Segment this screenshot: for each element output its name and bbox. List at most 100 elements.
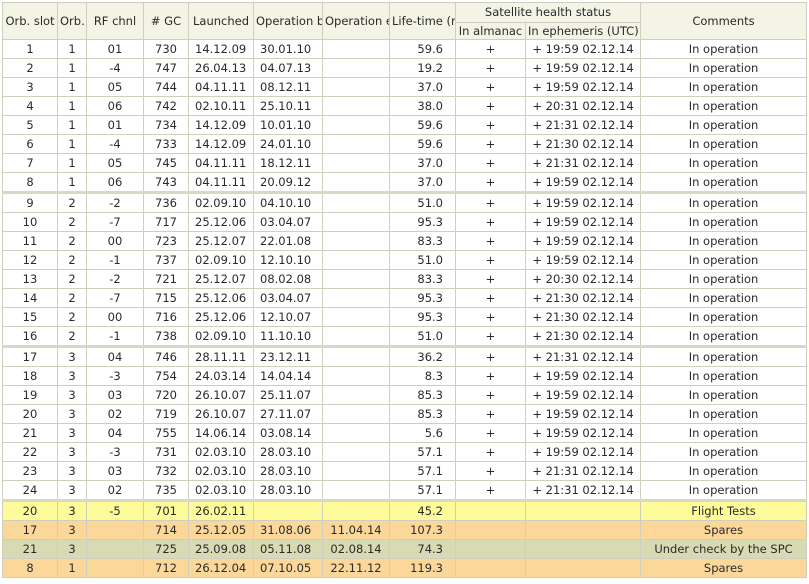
col-header-operation-begins: Operation begins — [253, 2, 323, 40]
cell-in-ephemeris: + 19:59 02.12.14 — [525, 404, 641, 424]
cell-gc-number: 747 — [143, 58, 189, 78]
col-header-orbital-plane: Orb. pl. — [57, 2, 87, 40]
cell-in-ephemeris: + 21:30 02.12.14 — [525, 326, 641, 347]
cell-lifetime: 37.0 — [389, 153, 456, 173]
cell-orbital-slot: 17 — [2, 345, 58, 367]
cell-operation-ends — [322, 191, 390, 213]
cell-operation-begins: 25.10.11 — [253, 96, 323, 116]
cell-in-ephemeris: + 21:30 02.12.14 — [525, 307, 641, 327]
cell-in-almanac: + — [455, 96, 526, 116]
col-header-operation-ends: Operation ends — [322, 2, 390, 40]
cell-in-ephemeris: + 19:59 02.12.14 — [525, 77, 641, 97]
cell-operation-begins: 04.07.13 — [253, 58, 323, 78]
cell-orbital-slot: 18 — [2, 366, 58, 386]
cell-in-almanac: + — [455, 269, 526, 289]
cell-orbital-slot: 5 — [2, 115, 58, 135]
cell-rf-channel: 02 — [86, 480, 144, 501]
cell-operation-ends — [322, 499, 390, 521]
cell-gc-number: 737 — [143, 250, 189, 270]
cell-in-ephemeris: + 19:59 02.12.14 — [525, 191, 641, 213]
cell-in-ephemeris: + 19:59 02.12.14 — [525, 58, 641, 78]
cell-launched: 02.03.10 — [188, 480, 254, 501]
cell-in-almanac: + — [455, 345, 526, 367]
cell-gc-number: 714 — [143, 520, 189, 540]
cell-comment: In operation — [640, 480, 807, 501]
cell-orbital-slot: 3 — [2, 77, 58, 97]
cell-gc-number: 731 — [143, 442, 189, 462]
cell-rf-channel — [86, 520, 144, 540]
cell-operation-ends — [322, 77, 390, 97]
cell-rf-channel: -3 — [86, 366, 144, 386]
cell-in-ephemeris: + 19:59 02.12.14 — [525, 366, 641, 386]
cell-operation-begins: 07.10.05 — [253, 558, 323, 578]
cell-orbital-plane: 1 — [57, 134, 87, 154]
cell-rf-channel: -7 — [86, 288, 144, 308]
cell-gc-number: 719 — [143, 404, 189, 424]
cell-orbital-plane: 1 — [57, 558, 87, 578]
cell-orbital-plane: 3 — [57, 423, 87, 443]
cell-gc-number: 720 — [143, 385, 189, 405]
cell-rf-channel — [86, 558, 144, 578]
cell-launched: 04.11.11 — [188, 77, 254, 97]
col-header-comments: Comments — [640, 2, 807, 40]
cell-comment: In operation — [640, 288, 807, 308]
cell-gc-number: 717 — [143, 212, 189, 232]
col-header-launched: Launched — [188, 2, 254, 40]
cell-gc-number: 735 — [143, 480, 189, 501]
cell-lifetime: 59.6 — [389, 134, 456, 154]
cell-operation-ends — [322, 423, 390, 443]
cell-rf-channel: -7 — [86, 212, 144, 232]
cell-comment: In operation — [640, 250, 807, 270]
cell-comment: In operation — [640, 404, 807, 424]
cell-operation-ends — [322, 153, 390, 173]
cell-gc-number: 736 — [143, 191, 189, 213]
cell-in-almanac: + — [455, 212, 526, 232]
cell-rf-channel: -2 — [86, 191, 144, 213]
cell-launched: 02.03.10 — [188, 461, 254, 481]
cell-launched: 25.12.05 — [188, 520, 254, 540]
table-row: 24 3 02 735 02.03.10 28.03.10 57.1 + + 21:31 02.… — [2, 480, 807, 501]
cell-operation-ends — [322, 404, 390, 424]
table-row: 19 3 03 720 26.10.07 25.11.07 85.3 + + 19:59 02.… — [2, 385, 807, 405]
table-row: 9 2 -2 736 02.09.10 04.10.10 51.0 + + 19:59 02.1… — [2, 191, 807, 213]
cell-operation-ends — [322, 461, 390, 481]
cell-rf-channel: 02 — [86, 404, 144, 424]
cell-rf-channel: 06 — [86, 96, 144, 116]
cell-comment: In operation — [640, 96, 807, 116]
cell-operation-begins: 11.10.10 — [253, 326, 323, 347]
cell-orbital-slot: 2 — [2, 58, 58, 78]
cell-lifetime: 51.0 — [389, 191, 456, 213]
cell-in-almanac: + — [455, 442, 526, 462]
cell-in-ephemeris — [525, 520, 641, 540]
cell-comment: Under check by the SPC — [640, 539, 807, 559]
cell-orbital-plane: 2 — [57, 231, 87, 251]
cell-lifetime: 8.3 — [389, 366, 456, 386]
table-row: 10 2 -7 717 25.12.06 03.04.07 95.3 + + 19:59 02.… — [2, 212, 807, 232]
cell-lifetime: 95.3 — [389, 288, 456, 308]
cell-operation-ends — [322, 307, 390, 327]
cell-in-almanac: + — [455, 423, 526, 443]
cell-launched: 14.12.09 — [188, 115, 254, 135]
cell-gc-number: 742 — [143, 96, 189, 116]
cell-operation-begins: 28.03.10 — [253, 461, 323, 481]
cell-orbital-slot: 11 — [2, 231, 58, 251]
cell-rf-channel: -5 — [86, 499, 144, 521]
cell-comment: In operation — [640, 39, 807, 59]
cell-gc-number: 712 — [143, 558, 189, 578]
cell-operation-ends: 02.08.14 — [322, 539, 390, 559]
cell-in-almanac: + — [455, 250, 526, 270]
cell-orbital-slot: 7 — [2, 153, 58, 173]
cell-comment: In operation — [640, 442, 807, 462]
cell-orbital-plane: 3 — [57, 461, 87, 481]
cell-in-almanac: + — [455, 58, 526, 78]
cell-rf-channel: 06 — [86, 172, 144, 193]
table-row: 4 1 06 742 02.10.11 25.10.11 38.0 + + 20:31 02.1… — [2, 96, 807, 116]
cell-operation-ends — [322, 442, 390, 462]
cell-gc-number: 755 — [143, 423, 189, 443]
cell-rf-channel: 00 — [86, 231, 144, 251]
cell-operation-ends — [322, 288, 390, 308]
cell-gc-number: 733 — [143, 134, 189, 154]
cell-lifetime: 59.6 — [389, 39, 456, 59]
cell-lifetime: 5.6 — [389, 423, 456, 443]
cell-rf-channel: 03 — [86, 461, 144, 481]
